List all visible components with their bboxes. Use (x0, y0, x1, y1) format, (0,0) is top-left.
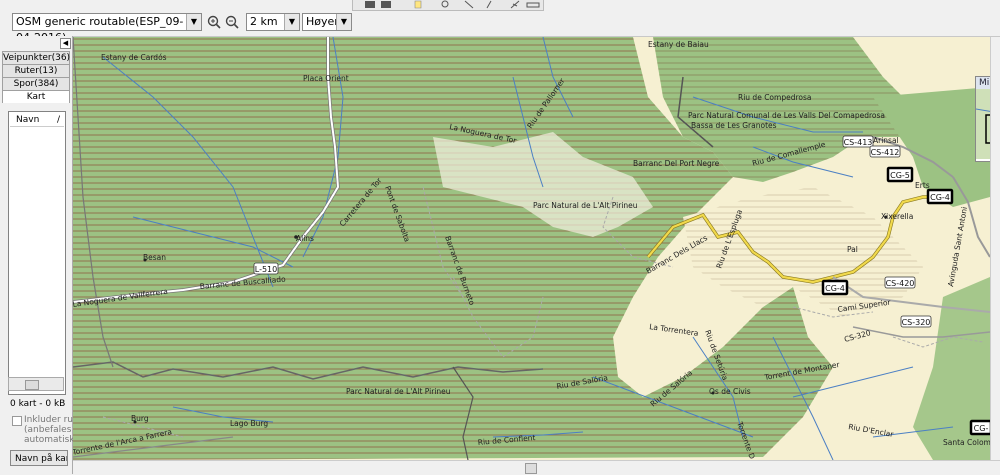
print-icon[interactable] (381, 1, 391, 8)
tab-tracks[interactable]: Spor(384) (2, 77, 70, 91)
place-label: Santa Coloma (943, 438, 990, 447)
scale-select-value: 2 km (250, 15, 278, 28)
chevron-left-icon: ◀ (62, 39, 69, 47)
map-canvas[interactable]: L-510 CS-413 CS-412 CG-5 CG-4 CG-4 CS-42… (73, 37, 990, 460)
save-icon[interactable] (365, 1, 375, 8)
place-label: Placa Orient (303, 74, 349, 83)
include-routes-label-2: (anbefales h (24, 425, 80, 435)
chevron-down-icon[interactable]: ▼ (284, 14, 299, 30)
road-shield-cg4-north[interactable]: CG-4 (926, 188, 954, 205)
road-shield-cg4-south[interactable]: CG-4 (821, 279, 849, 296)
ruler-tool-icon[interactable] (526, 2, 540, 8)
place-label: Estany de Baiau (648, 40, 709, 49)
place-label: Besan (143, 253, 166, 262)
tab-waypoints-label: Veipunkter(36) (3, 53, 71, 63)
zoom-in-icon (207, 15, 221, 29)
svg-text:CS-412: CS-412 (871, 148, 900, 157)
name-on-map-button[interactable]: Navn på kartu (10, 450, 68, 466)
place-label: Erts (915, 181, 930, 190)
list-horizontal-scrollbar[interactable] (8, 377, 64, 391)
road-shield-l510[interactable]: L-510 (253, 262, 279, 275)
place-label: Barranc Del Port Negre (633, 159, 720, 168)
minimap-panel[interactable]: MiniMap × (975, 76, 990, 162)
tool-icons (365, 0, 540, 9)
svg-text:CS-420: CS-420 (886, 279, 915, 288)
minimap-title: MiniMap (976, 77, 990, 89)
road-shield-cs413[interactable]: CS-413 (842, 135, 874, 148)
chevron-down-icon[interactable]: ▼ (186, 14, 201, 30)
zoom-out-button[interactable] (224, 13, 240, 31)
place-label: Lago Burg (230, 419, 268, 428)
place-label: Estany de Cardós (101, 53, 167, 62)
pencil-tool-icon[interactable] (464, 0, 474, 9)
toolbar: OSM generic routable(ESP_09-04-2016) ▼ 2… (0, 0, 1000, 44)
svg-text:CG-: CG- (974, 424, 989, 433)
road-shield-cg5[interactable]: CG-5 (886, 166, 914, 183)
select-tool-icon[interactable] (414, 0, 422, 9)
tab-routes[interactable]: Ruter(13) (2, 64, 70, 78)
include-routes-checkbox[interactable] (12, 416, 22, 426)
place-label: Arinsal (873, 136, 899, 145)
place-label: Parc Natural Comunal de Les Valls Del Co… (688, 111, 885, 120)
map-svg[interactable]: L-510 CS-413 CS-412 CG-5 CG-4 CG-4 CS-42… (73, 37, 990, 460)
zoom-out-icon (225, 15, 239, 29)
sort-indicator: / (56, 115, 60, 125)
measure-tool-icon[interactable] (486, 0, 492, 9)
tab-maps-label: Kart (26, 92, 46, 102)
place-label: Parc Natural de L'Alt Pirineu (533, 201, 638, 210)
scrollbar-thumb[interactable] (525, 463, 537, 474)
magnifier-tool-icon[interactable] (441, 0, 449, 8)
place-label: Alins (296, 234, 314, 243)
map-count-text: 0 kart - 0 kB (10, 399, 66, 409)
sidebar: ◀ Veipunkter(36) Ruter(13) Spor(384) Kar… (0, 36, 83, 474)
place-label: Bassa de Les Granotes (691, 121, 777, 130)
place-label: Parc Natural de L'Alt Pirineu (346, 387, 451, 396)
zoom-in-button[interactable] (206, 13, 222, 31)
chevron-down-icon[interactable]: ▼ (336, 14, 351, 30)
place-label: Os de Civis (709, 387, 751, 396)
svg-text:CG-4: CG-4 (930, 193, 950, 202)
tab-waypoints[interactable]: Veipunkter(36) (2, 51, 70, 65)
svg-text:CS-320: CS-320 (902, 318, 931, 327)
map-list[interactable]: Navn / (8, 111, 66, 395)
place-label: Pal (847, 245, 858, 254)
detail-select[interactable]: Høyere ▼ (302, 13, 352, 31)
secondary-toolbar-strip (352, 0, 544, 11)
svg-text:CG-5: CG-5 (890, 171, 910, 180)
svg-text:CG-4: CG-4 (825, 284, 845, 293)
scrollbar-thumb[interactable] (25, 380, 39, 390)
svg-text:L-510: L-510 (255, 265, 277, 274)
tab-maps[interactable]: Kart (2, 90, 70, 103)
road-shield-cs420[interactable]: CS-420 (884, 276, 916, 289)
collapse-sidebar-button[interactable]: ◀ (60, 38, 71, 49)
tab-routes-label: Ruter(13) (14, 66, 58, 76)
road-shield-cg-east[interactable]: CG- (969, 419, 990, 436)
road-shield-cs412[interactable]: CS-412 (869, 145, 901, 158)
minimap-view[interactable] (975, 89, 990, 159)
svg-text:CS-413: CS-413 (844, 138, 873, 147)
route-tool-icon[interactable] (510, 0, 520, 9)
list-header-name[interactable]: Navn / (10, 113, 64, 127)
scale-select[interactable]: 2 km ▼ (246, 13, 300, 31)
map-horizontal-scrollbar[interactable] (73, 460, 1000, 475)
list-header-label: Navn (16, 115, 40, 125)
road-shield-cs320[interactable]: CS-320 (900, 315, 932, 328)
map-product-select[interactable]: OSM generic routable(ESP_09-04-2016) ▼ (12, 13, 202, 44)
tab-tracks-label: Spor(384) (13, 79, 59, 89)
place-label: Riu de Compedrosa (738, 93, 811, 102)
map-vertical-scrollbar[interactable] (990, 37, 1000, 460)
